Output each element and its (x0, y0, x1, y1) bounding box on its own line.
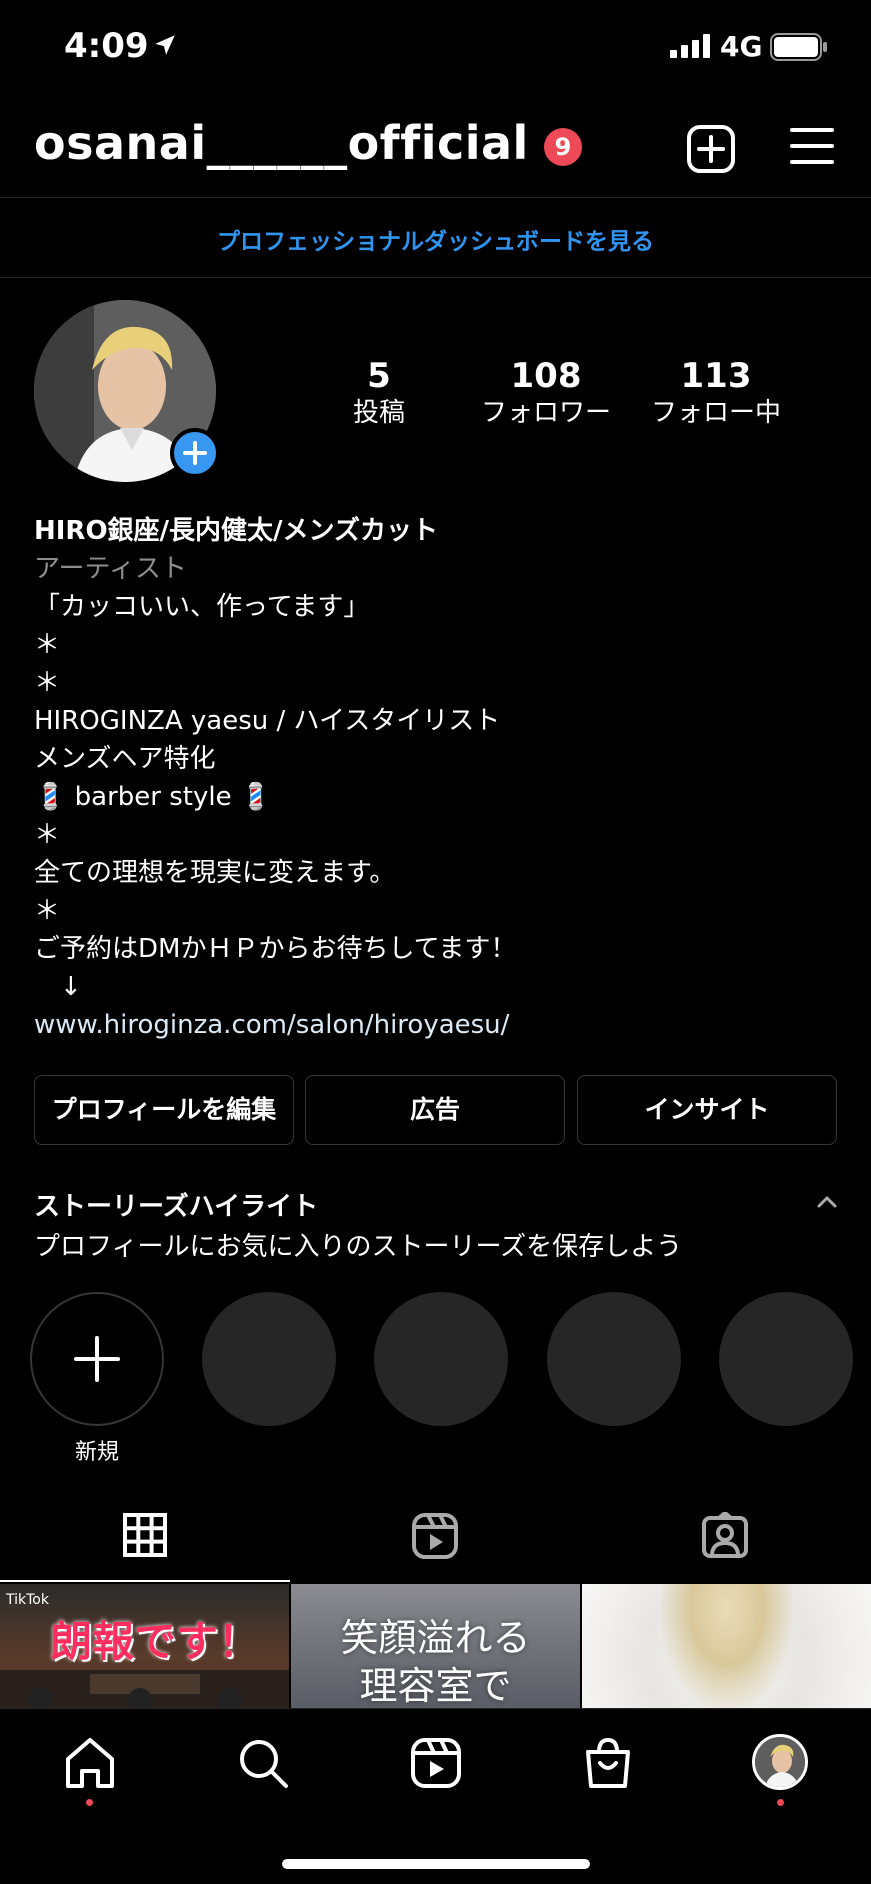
display-name: HIRO銀座/長内健太/メンズカット (34, 516, 439, 546)
post-thumbnail[interactable]: 笑顔溢れる 理容室で (291, 1584, 580, 1708)
add-story-button[interactable] (170, 428, 220, 478)
menu-icon[interactable] (790, 126, 834, 166)
profile-activity-dot (777, 1799, 784, 1806)
posts-count-value: 5 (367, 356, 391, 396)
search-icon (240, 1740, 288, 1788)
home-icon (66, 1738, 114, 1788)
reels-icon (412, 1513, 458, 1559)
posts-count[interactable]: 5 投稿 (320, 356, 438, 430)
active-tab-indicator (0, 1580, 290, 1582)
home-indicator (282, 1859, 590, 1869)
highlight-placeholder (374, 1292, 508, 1426)
following-count-value: 113 (680, 356, 752, 396)
bio-line: メンズヘア特化 (34, 744, 216, 774)
bio-line: ＊ (34, 820, 61, 850)
following-count[interactable]: 113 フォロー中 (636, 356, 796, 430)
plus-icon (74, 1336, 120, 1382)
nav-reels[interactable] (406, 1735, 466, 1795)
dashboard-divider (0, 277, 871, 278)
bottom-nav (0, 1708, 871, 1884)
tab-grid[interactable] (0, 1512, 290, 1568)
post-thumbnail[interactable] (582, 1584, 871, 1708)
avatar-photo (755, 1737, 805, 1787)
tagged-user-icon (702, 1511, 748, 1558)
highlights-title: ストーリーズハイライト (34, 1192, 319, 1222)
reels-icon (411, 1738, 461, 1788)
bio-line: 「カッコいい、作ってます」 (34, 592, 370, 622)
bio-line: ＊ (34, 668, 61, 698)
professional-dashboard-link[interactable]: プロフェッショナルダッシュボードを見る (0, 222, 871, 256)
plus-icon (183, 441, 207, 465)
tab-reels[interactable] (290, 1512, 580, 1568)
bio-line: HIROGINZA yaesu / ハイスタイリスト (34, 706, 501, 736)
highlights-subtitle: プロフィールにお気に入りのストーリーズを保存しよう (34, 1232, 683, 1262)
profile-bio: HIRO銀座/長内健太/メンズカット アーティスト 「カッコいい、作ってます」 … (34, 512, 834, 1044)
bio-line: ＊ (34, 896, 61, 926)
location-arrow-icon (155, 35, 175, 55)
nav-home[interactable] (60, 1735, 120, 1795)
header-divider (0, 197, 871, 198)
bio-line: ご予約はDMかＨＰからお待ちしてます！ (34, 934, 517, 964)
storefront-image (0, 1670, 289, 1708)
post-thumbnail-text-line: 笑顔溢れる (340, 1616, 531, 1660)
new-highlight-label: 新規 (74, 1440, 119, 1465)
highlight-placeholder (202, 1292, 336, 1426)
bio-line: 全ての理想を現実に変えます。 (34, 858, 396, 888)
cellular-signal-icon (670, 34, 710, 58)
followers-count[interactable]: 108 フォロワー (470, 356, 622, 430)
bio-line: ＊ (34, 630, 61, 660)
profile-category: アーティスト (34, 554, 187, 584)
bio-line: ↓ (34, 972, 82, 1002)
insights-button[interactable]: インサイト (577, 1075, 837, 1145)
status-bar: 4:09 4G (0, 0, 871, 96)
bio-website-link[interactable]: www.hiroginza.com/salon/hiroyaesu/ (34, 1006, 834, 1044)
post-thumbnail-text: 笑顔溢れる 理容室で (291, 1614, 580, 1708)
network-type: 4G (720, 30, 763, 63)
highlight-placeholder (719, 1292, 853, 1426)
tiktok-watermark: TikTok (6, 1592, 49, 1608)
highlight-placeholder (547, 1292, 681, 1426)
post-thumbnail[interactable]: TikTok 朗報です！ (0, 1584, 289, 1708)
nav-shop[interactable] (578, 1735, 638, 1795)
post-thumbnail-text: 朗報です！ (50, 1617, 261, 1666)
nav-profile-avatar[interactable] (752, 1734, 808, 1790)
grid-icon (123, 1513, 167, 1557)
followers-count-label: フォロワー (480, 398, 611, 428)
edit-profile-button[interactable]: プロフィールを編集 (34, 1075, 294, 1145)
posts-count-label: 投稿 (352, 398, 405, 428)
post-thumbnail-text-line: 理容室で (359, 1664, 512, 1708)
new-highlight-button[interactable] (30, 1292, 164, 1426)
tab-tagged[interactable] (580, 1511, 870, 1568)
home-activity-dot (86, 1799, 93, 1806)
chevron-up-icon[interactable] (816, 1194, 838, 1210)
profile-header: osanai______official 9 (0, 110, 871, 198)
shopping-bag-icon (586, 1737, 630, 1788)
bio-line: 💈 barber style 💈 (34, 782, 273, 812)
following-count-label: フォロー中 (650, 398, 781, 428)
battery-icon (770, 33, 827, 61)
nav-search[interactable] (233, 1735, 293, 1795)
hair-photo (662, 1584, 792, 1708)
new-post-icon[interactable] (686, 124, 736, 174)
status-time: 4:09 (64, 26, 149, 66)
followers-count-value: 108 (510, 356, 582, 396)
username-title[interactable]: osanai______official (34, 116, 529, 170)
notification-badge[interactable]: 9 (544, 128, 582, 166)
ads-button[interactable]: 広告 (305, 1075, 565, 1145)
